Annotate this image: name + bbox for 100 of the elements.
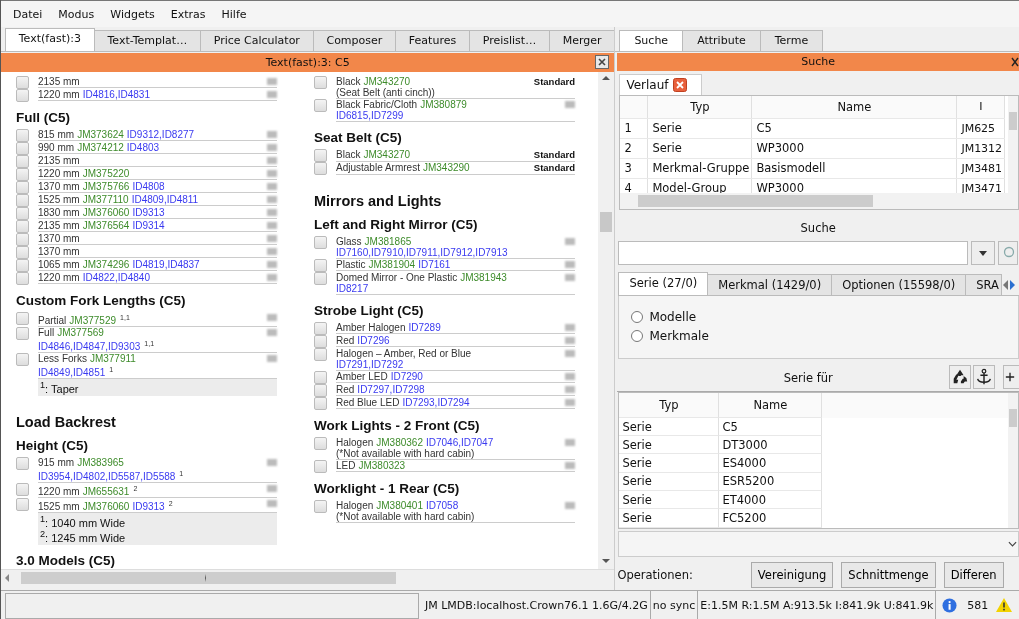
panel-title: Text(fast):3: C5 xyxy=(265,56,350,69)
scroll-thumb[interactable] xyxy=(638,195,874,208)
warning-icon[interactable] xyxy=(996,598,1013,612)
table-cell: JM625 xyxy=(957,118,1006,138)
tab[interactable]: Price Calculator xyxy=(199,30,314,51)
scroll-up-icon[interactable] xyxy=(602,76,611,80)
tab[interactable]: Merger xyxy=(548,30,616,51)
menu-item[interactable]: Extras xyxy=(162,7,214,21)
tab[interactable]: Optionen (15598/0) xyxy=(831,274,967,296)
checkbox[interactable] xyxy=(16,233,29,246)
menu-item[interactable]: Widgets xyxy=(102,7,163,21)
checkbox[interactable] xyxy=(314,384,327,397)
scroll-thumb[interactable] xyxy=(1009,111,1017,130)
table-cell: JM1312 xyxy=(957,138,1006,158)
operation-button[interactable]: Vereinigung xyxy=(750,562,834,589)
checkbox[interactable] xyxy=(16,155,29,168)
vertical-scrollbar[interactable] xyxy=(598,72,615,569)
tab-scroll-icon[interactable] xyxy=(1002,279,1016,292)
close-icon[interactable] xyxy=(672,77,687,92)
checkbox[interactable] xyxy=(16,457,29,471)
checkbox[interactable] xyxy=(16,483,29,497)
checkbox[interactable] xyxy=(16,207,29,220)
checkbox[interactable] xyxy=(314,236,327,249)
checkbox[interactable] xyxy=(16,246,29,259)
chevron-icon xyxy=(1008,541,1017,548)
scroll-down-icon[interactable] xyxy=(602,559,611,563)
checkbox[interactable] xyxy=(16,76,29,89)
checkbox[interactable] xyxy=(16,220,29,233)
column-header[interactable]: Typ xyxy=(619,392,720,418)
column-header[interactable]: Name xyxy=(752,95,958,118)
vertical-scrollbar[interactable] xyxy=(1008,95,1018,194)
column-header[interactable]: I xyxy=(957,95,1006,118)
result-field[interactable] xyxy=(618,531,1019,557)
checkbox[interactable] xyxy=(314,397,327,410)
checkbox[interactable] xyxy=(314,259,327,272)
horizontal-scrollbar[interactable] xyxy=(620,193,1018,210)
info-icon[interactable] xyxy=(942,597,958,613)
checkbox[interactable] xyxy=(16,312,29,325)
checkbox[interactable] xyxy=(16,168,29,181)
radio-button[interactable] xyxy=(631,330,644,343)
checkbox[interactable] xyxy=(16,272,29,285)
tab[interactable]: Features xyxy=(395,30,470,51)
checkbox[interactable] xyxy=(314,437,327,450)
checkbox[interactable] xyxy=(314,272,327,285)
scroll-thumb[interactable] xyxy=(1009,408,1017,427)
part-number: JM380323 xyxy=(358,460,406,471)
radio-button[interactable] xyxy=(631,311,644,324)
checkbox[interactable] xyxy=(314,335,327,348)
tab[interactable]: Terme xyxy=(759,29,824,51)
checkbox[interactable] xyxy=(16,129,29,142)
checkbox[interactable] xyxy=(314,149,327,162)
checkbox[interactable] xyxy=(16,353,29,366)
table-cell: Serie xyxy=(648,138,753,158)
tab[interactable]: Serie (27/0) xyxy=(618,272,709,296)
tab[interactable]: Text(fast):3 xyxy=(5,28,95,51)
tab[interactable]: Preislist… xyxy=(468,30,550,51)
checkbox[interactable] xyxy=(314,162,327,175)
menu-item[interactable]: Hilfe xyxy=(213,7,255,21)
column-header[interactable]: Name xyxy=(719,392,823,418)
column-header[interactable]: Typ xyxy=(648,95,753,118)
operation-button[interactable]: Differen xyxy=(943,562,1004,589)
checkbox[interactable] xyxy=(16,194,29,207)
vertical-scrollbar[interactable] xyxy=(1008,392,1018,529)
menu-item[interactable]: Datei xyxy=(5,7,51,21)
close-icon[interactable] xyxy=(1011,56,1019,67)
tab[interactable]: Merkmal (1429/0) xyxy=(707,274,833,296)
operation-button[interactable]: Schnittmenge xyxy=(841,562,936,589)
checkbox[interactable] xyxy=(16,89,29,102)
anchor-button[interactable] xyxy=(973,365,995,390)
recycle-button[interactable] xyxy=(949,365,971,390)
checkbox[interactable] xyxy=(314,500,327,513)
checkbox[interactable] xyxy=(314,371,327,384)
tab[interactable]: SRA xyxy=(965,274,1002,296)
menu-item[interactable]: Modus xyxy=(50,7,103,21)
checkbox[interactable] xyxy=(314,99,327,112)
scroll-left-icon[interactable] xyxy=(5,574,9,582)
checkbox[interactable] xyxy=(16,142,29,155)
option-label: 1065 mm xyxy=(38,259,80,270)
horizontal-scrollbar[interactable] xyxy=(1,569,615,586)
add-button[interactable] xyxy=(1003,365,1019,390)
checkbox[interactable] xyxy=(16,498,29,512)
checkbox[interactable] xyxy=(314,76,327,89)
checkbox[interactable] xyxy=(16,181,29,194)
radio-option[interactable]: Modelle xyxy=(631,310,1018,325)
close-icon[interactable] xyxy=(595,55,610,69)
scroll-thumb[interactable] xyxy=(600,212,613,232)
checkbox[interactable] xyxy=(16,327,29,340)
checkbox[interactable] xyxy=(16,259,29,272)
search-field[interactable] xyxy=(618,240,969,266)
dropdown-button[interactable] xyxy=(971,240,996,266)
tab[interactable]: Attribute xyxy=(682,29,761,51)
tab[interactable]: Composer xyxy=(312,30,397,51)
tab[interactable]: Text-Templat… xyxy=(93,30,201,51)
history-tab[interactable]: Verlauf xyxy=(619,73,702,95)
scroll-thumb[interactable] xyxy=(21,572,396,584)
radio-option[interactable]: Merkmale xyxy=(631,329,1018,344)
tab[interactable]: Suche xyxy=(619,29,684,51)
checkbox[interactable] xyxy=(314,348,327,361)
checkbox[interactable] xyxy=(314,322,327,335)
checkbox[interactable] xyxy=(314,460,327,473)
